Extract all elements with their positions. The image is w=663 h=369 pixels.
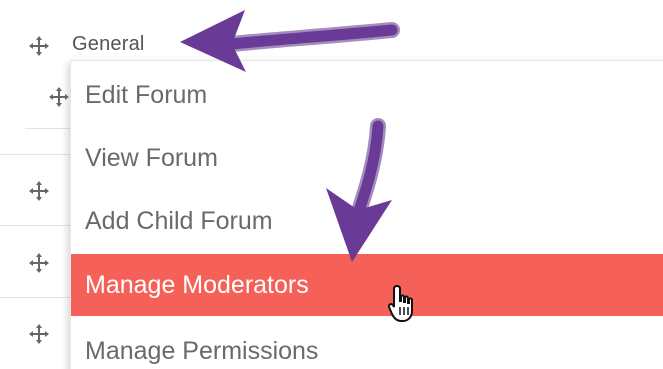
hand-pointer-icon <box>388 284 413 322</box>
menu-item-manage-moderators[interactable]: Manage Moderators <box>71 254 663 316</box>
move-arrows-icon[interactable] <box>28 180 50 202</box>
forum-actions-menu: Edit Forum View Forum Add Child Forum Ma… <box>70 60 663 369</box>
row-divider <box>0 225 70 226</box>
screenshot-stage: General Edit Forum View Forum Add Child … <box>0 0 663 369</box>
move-arrows-icon[interactable] <box>28 252 50 274</box>
row-divider <box>0 297 70 298</box>
menu-item-edit-forum[interactable]: Edit Forum <box>71 64 663 126</box>
menu-item-manage-permissions[interactable]: Manage Permissions <box>71 320 663 369</box>
move-arrows-icon[interactable] <box>48 86 70 108</box>
move-arrows-icon[interactable] <box>28 35 50 57</box>
menu-item-view-forum[interactable]: View Forum <box>71 127 663 189</box>
forum-group-label[interactable]: General <box>72 33 145 56</box>
menu-item-add-child-forum[interactable]: Add Child Forum <box>71 190 663 252</box>
move-arrows-icon[interactable] <box>28 323 50 345</box>
row-divider <box>0 154 70 155</box>
